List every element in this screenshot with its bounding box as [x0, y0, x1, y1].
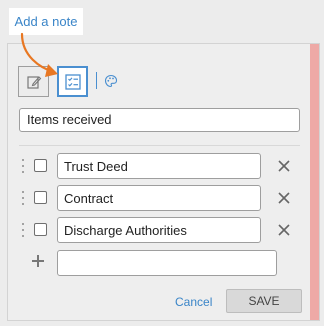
edit-note-icon: [26, 75, 41, 89]
plus-icon: [32, 255, 44, 267]
add-note-label: Add a note: [14, 14, 78, 29]
drag-handle-icon[interactable]: [21, 223, 25, 237]
item-text: Contract: [64, 190, 114, 206]
item-text: Trust Deed: [64, 158, 128, 174]
close-icon: [278, 160, 290, 172]
note-editor-panel: Items received Trust Deed Contract Disch…: [7, 43, 320, 321]
close-icon: [278, 224, 290, 236]
drag-handle-icon[interactable]: [21, 159, 25, 173]
palette-icon: [104, 74, 118, 88]
note-title-text: Items received: [27, 112, 112, 127]
checklist-icon: [64, 73, 81, 90]
drag-handle-icon[interactable]: [21, 191, 25, 205]
item-checkbox[interactable]: [34, 159, 47, 172]
checklist-item: Contract: [8, 185, 308, 211]
add-note-tab[interactable]: Add a note: [9, 8, 83, 35]
save-label: SAVE: [248, 294, 280, 308]
color-indicator-bar: [310, 44, 319, 320]
remove-item-button[interactable]: [276, 190, 292, 206]
section-divider: [19, 145, 300, 146]
item-text-input[interactable]: Contract: [57, 185, 261, 211]
cancel-button[interactable]: Cancel: [175, 295, 212, 309]
checklist-note-button[interactable]: [57, 66, 88, 97]
item-text-input[interactable]: Discharge Authorities: [57, 217, 261, 243]
add-item-button[interactable]: [30, 253, 46, 269]
text-note-button[interactable]: [18, 66, 49, 97]
item-checkbox[interactable]: [34, 223, 47, 236]
item-checkbox[interactable]: [34, 191, 47, 204]
item-text-input[interactable]: Trust Deed: [57, 153, 261, 179]
toolbar-separator: [96, 72, 97, 89]
remove-item-button[interactable]: [276, 158, 292, 174]
remove-item-button[interactable]: [276, 222, 292, 238]
checklist-item: Discharge Authorities: [8, 217, 308, 243]
checklist-item: Trust Deed: [8, 153, 308, 179]
item-text: Discharge Authorities: [64, 222, 187, 238]
close-icon: [278, 192, 290, 204]
note-title-input[interactable]: Items received: [19, 108, 300, 132]
save-button[interactable]: SAVE: [226, 289, 302, 313]
color-palette-button[interactable]: [103, 73, 119, 89]
new-item-input[interactable]: [57, 250, 277, 276]
